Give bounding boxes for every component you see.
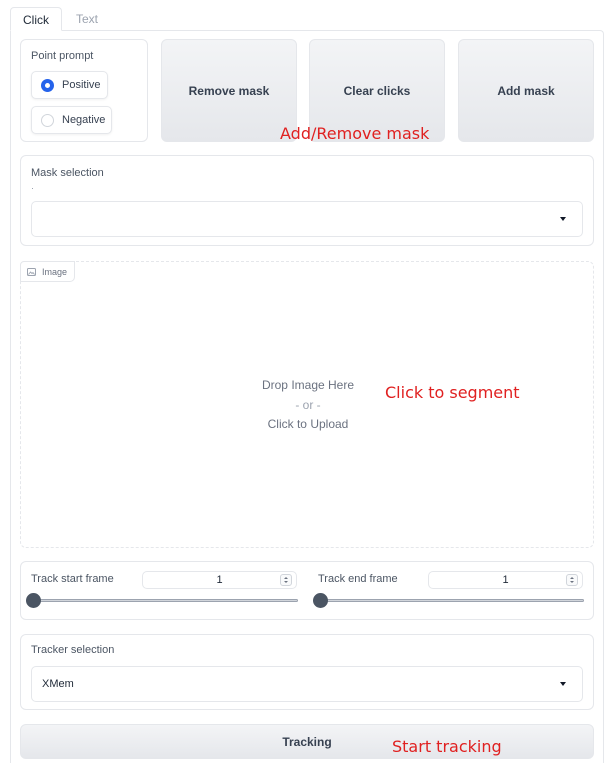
radio-selected-icon bbox=[41, 78, 54, 92]
info-dot bbox=[32, 188, 33, 189]
track-end-number-input[interactable]: 1 bbox=[428, 571, 583, 589]
track-start-slider[interactable] bbox=[33, 599, 298, 602]
tracker-selection-label: Tracker selection bbox=[31, 644, 115, 656]
tracker-selection-value: XMem bbox=[42, 678, 74, 690]
tab-bar: Click Text bbox=[10, 7, 110, 31]
chevron-down-icon bbox=[560, 682, 566, 686]
annotation-add-remove-mask: Add/Remove mask bbox=[280, 124, 430, 143]
annotation-click-to-segment: Click to segment bbox=[385, 383, 520, 402]
point-prompt-label: Point prompt bbox=[31, 50, 94, 62]
image-label: Image bbox=[42, 266, 68, 277]
track-end-label: Track end frame bbox=[318, 573, 398, 585]
tracker-selection-group: Tracker selection XMem bbox=[20, 634, 594, 710]
frame-range-group: Track start frame 1 Track end frame 1 bbox=[20, 561, 594, 620]
track-end-value: 1 bbox=[502, 574, 509, 586]
radio-unselected-icon bbox=[41, 113, 54, 127]
tab-click[interactable]: Click bbox=[10, 7, 62, 31]
track-start-slider-thumb[interactable] bbox=[26, 593, 41, 608]
stepper-icon[interactable] bbox=[280, 574, 292, 586]
track-start-control: Track start frame 1 bbox=[21, 562, 308, 621]
chevron-down-icon bbox=[560, 217, 566, 221]
point-prompt-group: Point prompt Positive Negative bbox=[20, 39, 148, 142]
radio-negative-label: Negative bbox=[62, 114, 106, 126]
track-end-slider-thumb[interactable] bbox=[313, 593, 328, 608]
tracking-button[interactable]: Tracking bbox=[20, 724, 594, 759]
annotation-start-tracking: Start tracking bbox=[392, 737, 502, 756]
remove-mask-button[interactable]: Remove mask bbox=[161, 39, 297, 142]
track-start-label: Track start frame bbox=[31, 573, 114, 585]
image-label-chip: Image bbox=[20, 261, 76, 282]
image-icon bbox=[27, 267, 36, 276]
track-end-slider[interactable] bbox=[320, 599, 584, 602]
track-start-number-input[interactable]: 1 bbox=[142, 571, 297, 589]
radio-positive-label: Positive bbox=[62, 79, 101, 91]
stepper-icon[interactable] bbox=[566, 574, 578, 586]
radio-positive[interactable]: Positive bbox=[31, 71, 108, 99]
track-end-control: Track end frame 1 bbox=[308, 562, 595, 621]
radio-negative[interactable]: Negative bbox=[31, 106, 112, 134]
mask-selection-group: Mask selection bbox=[20, 155, 594, 246]
tracker-selection-dropdown[interactable]: XMem bbox=[31, 666, 583, 702]
mask-selection-dropdown[interactable] bbox=[31, 201, 583, 237]
tab-text[interactable]: Text bbox=[62, 7, 110, 31]
track-start-value: 1 bbox=[216, 574, 223, 586]
add-mask-button[interactable]: Add mask bbox=[458, 39, 594, 142]
click-to-upload-text: Click to Upload bbox=[267, 417, 349, 431]
mask-selection-label: Mask selection bbox=[31, 167, 104, 179]
image-upload-area[interactable]: Image Drop Image Here - or - Click to Up… bbox=[20, 261, 594, 548]
